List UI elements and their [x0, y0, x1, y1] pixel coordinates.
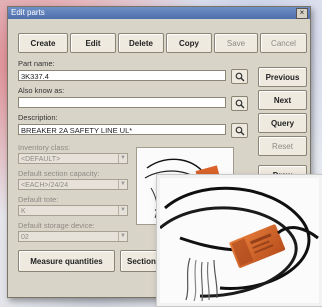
window-title: Edit parts	[11, 8, 45, 17]
part-name-search-button[interactable]	[231, 69, 248, 84]
description-label: Description:	[18, 113, 58, 122]
close-button[interactable]: ×	[296, 8, 308, 19]
measure-quantities-button[interactable]: Measure quantities	[18, 250, 115, 272]
reset-button[interactable]: Reset	[258, 136, 307, 156]
previous-button[interactable]: Previous	[258, 67, 307, 87]
default-tote-label: Default tote:	[18, 195, 59, 204]
cancel-button[interactable]: Cancel	[260, 33, 307, 53]
default-storage-device-value: 02	[21, 234, 29, 241]
title-bar: Edit parts ×	[8, 7, 310, 19]
default-section-capacity-value: <EACH>/24/24	[21, 182, 69, 189]
edit-button[interactable]: Edit	[70, 33, 116, 53]
magnifier-icon	[235, 126, 244, 135]
also-known-as-field[interactable]	[18, 97, 226, 108]
part-name-field[interactable]: 3K337.4	[18, 70, 226, 81]
create-button[interactable]: Create	[18, 33, 68, 53]
default-section-capacity-label: Default section capacity:	[18, 169, 100, 178]
default-section-capacity-select[interactable]: <EACH>/24/24 ▼	[18, 179, 128, 190]
chevron-down-icon: ▼	[118, 232, 127, 241]
copy-button[interactable]: Copy	[166, 33, 212, 53]
inventory-class-select[interactable]: <DEFAULT> ▼	[18, 153, 128, 164]
sensor-photo-large	[160, 178, 319, 303]
delete-button[interactable]: Delete	[118, 33, 164, 53]
default-tote-select[interactable]: K ▼	[18, 205, 128, 216]
next-button[interactable]: Next	[258, 90, 307, 110]
chevron-down-icon: ▼	[118, 154, 127, 163]
default-storage-device-label: Default storage device:	[18, 221, 95, 230]
description-field[interactable]: BREAKER 2A SAFETY LINE UL*	[18, 124, 226, 135]
query-button[interactable]: Query	[258, 113, 307, 133]
inventory-class-label: Inventory class:	[18, 143, 71, 152]
close-icon: ×	[299, 8, 305, 17]
default-tote-value: K	[21, 208, 26, 215]
part-name-label: Part name:	[18, 59, 55, 68]
magnifier-icon	[235, 99, 244, 108]
chevron-down-icon: ▼	[118, 206, 127, 215]
also-known-as-search-button[interactable]	[231, 96, 248, 111]
inventory-class-value: <DEFAULT>	[21, 156, 61, 163]
also-known-as-label: Also know as:	[18, 86, 65, 95]
save-button[interactable]: Save	[214, 33, 258, 53]
zoomed-part-photo	[157, 175, 322, 306]
default-storage-device-select[interactable]: 02 ▼	[18, 231, 128, 242]
description-search-button[interactable]	[231, 123, 248, 138]
chevron-down-icon: ▼	[118, 180, 127, 189]
magnifier-icon	[235, 72, 244, 81]
